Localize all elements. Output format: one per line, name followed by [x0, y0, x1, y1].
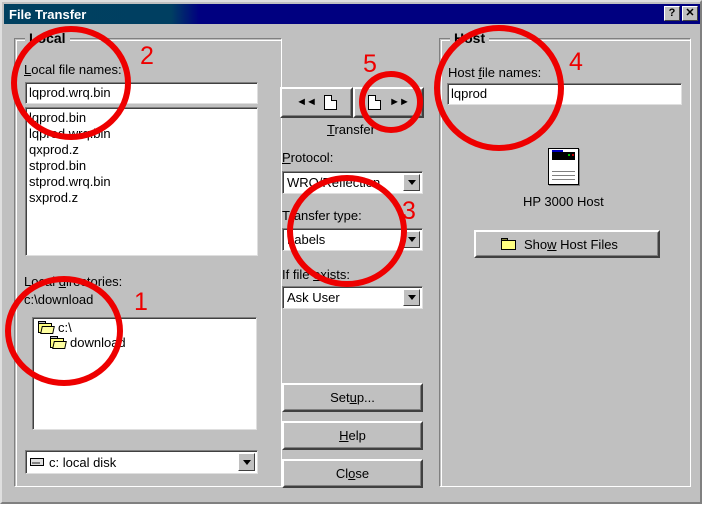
drive-icon [30, 457, 44, 467]
title-bar[interactable]: File Transfer ? ✕ [4, 4, 700, 24]
folder-open-icon [38, 321, 55, 334]
tree-item-root[interactable]: c:\ [36, 320, 253, 335]
annotation-number-2: 2 [140, 42, 154, 70]
document-icon [368, 95, 382, 110]
close-icon[interactable]: ✕ [682, 6, 698, 21]
window-title: File Transfer [9, 6, 87, 22]
chevron-down-icon[interactable] [403, 289, 420, 306]
chevron-down-icon[interactable] [403, 231, 420, 248]
list-item[interactable]: lqprod.wrq.bin [29, 126, 254, 142]
host-file-names-input[interactable]: lqprod [447, 83, 682, 105]
close-button[interactable]: Close [282, 459, 423, 488]
help-button[interactable]: Help [282, 421, 423, 450]
list-item[interactable]: qxprod.z [29, 142, 254, 158]
drive-select[interactable]: c: local disk [25, 450, 258, 474]
transfer-type-label: Transfer type: [282, 208, 362, 223]
arrows-right-icon: ►► [389, 96, 410, 108]
local-group-title: Local [25, 30, 70, 46]
local-directories-tree[interactable]: c:\ download [32, 317, 257, 430]
document-icon [323, 95, 337, 110]
server-terminal-icon [548, 148, 579, 185]
setup-button-label: Setup... [330, 390, 375, 405]
protocol-select[interactable]: WRQ/Reflection [282, 171, 423, 194]
transfer-type-select[interactable]: Labels [282, 228, 423, 251]
local-file-names-input[interactable]: lqprod.wrq.bin [25, 82, 258, 104]
transfer-type-select-value: Labels [287, 232, 326, 247]
folder-icon [501, 238, 516, 250]
local-directories-label: Local directories: [24, 274, 123, 289]
protocol-label: Protocol: [282, 150, 334, 165]
show-host-files-button[interactable]: Show Host Files [474, 230, 660, 258]
tree-item-label: c:\ [58, 320, 72, 335]
annotation-number-4: 4 [569, 48, 583, 76]
annotation-number-3: 3 [402, 197, 416, 225]
file-transfer-window: File Transfer ? ✕ Local Local file names… [0, 0, 702, 504]
tree-item-download[interactable]: download [36, 335, 253, 350]
transfer-label: Transfer [327, 122, 375, 137]
drive-select-value: c: local disk [49, 454, 117, 470]
help-button-label: Help [339, 428, 366, 443]
drive-select-value-wrap: c: local disk [26, 455, 238, 470]
arrows-left-icon: ◄◄ [296, 96, 317, 108]
host-group: Host [439, 30, 691, 487]
help-icon[interactable]: ? [664, 6, 680, 21]
setup-button[interactable]: Setup... [282, 383, 423, 412]
list-item[interactable]: sxprod.z [29, 190, 254, 206]
show-host-files-label: Show Host Files [524, 236, 618, 252]
send-to-host-button[interactable]: ►► [353, 87, 424, 118]
title-bar-buttons: ? ✕ [664, 6, 698, 21]
list-item[interactable]: lqprod.bin [29, 110, 254, 126]
annotation-number-1: 1 [134, 288, 148, 316]
host-file-names-label: Host file names: [448, 65, 542, 80]
tree-item-label: download [70, 335, 126, 350]
chevron-down-icon[interactable] [403, 174, 420, 191]
if-file-exists-label: If file exists: [282, 267, 350, 282]
local-files-listbox[interactable]: lqprod.bin lqprod.wrq.bin qxprod.z stpro… [25, 107, 258, 256]
receive-from-host-button[interactable]: ◄◄ [280, 87, 353, 118]
close-button-label: Close [335, 466, 370, 481]
if-file-exists-select-value: Ask User [287, 290, 340, 305]
local-file-names-label-rest: ocal file names: [31, 62, 122, 77]
annotation-number-5: 5 [363, 50, 377, 78]
chevron-down-icon[interactable] [238, 453, 255, 471]
host-group-title: Host [450, 30, 490, 46]
local-file-names-label: Local file names: [24, 62, 122, 77]
list-item[interactable]: stprod.bin [29, 158, 254, 174]
folder-open-icon [50, 336, 67, 349]
protocol-select-value: WRQ/Reflection [287, 175, 381, 190]
if-file-exists-select[interactable]: Ask User [282, 286, 423, 309]
local-current-path: c:\download [24, 292, 94, 307]
list-item[interactable]: stprod.wrq.bin [29, 174, 254, 190]
